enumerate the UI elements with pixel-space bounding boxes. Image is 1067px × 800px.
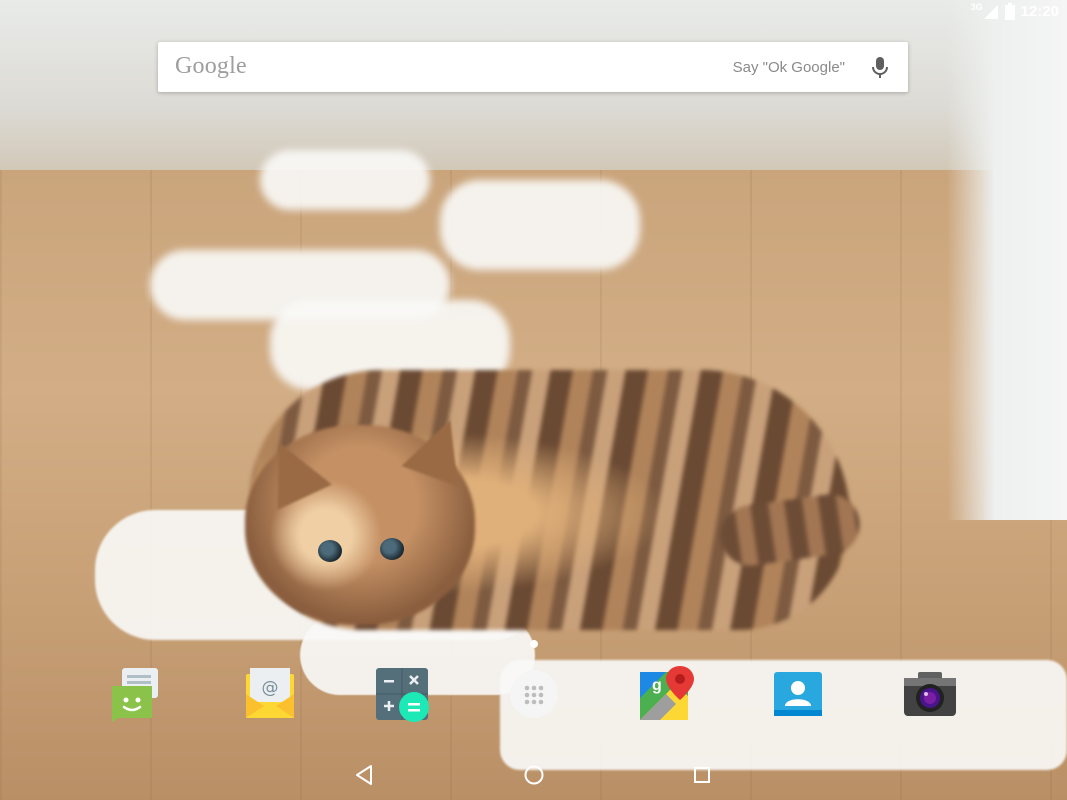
svg-text:g: g bbox=[652, 677, 662, 694]
wallpaper-kitten-eye bbox=[380, 538, 404, 560]
signal-icon bbox=[983, 4, 999, 20]
ok-google-hint: Say "Ok Google" bbox=[732, 59, 845, 76]
google-logo: Google bbox=[175, 53, 247, 79]
status-bar: 3G 12:20 bbox=[0, 0, 1067, 24]
wallpaper-paper bbox=[260, 150, 430, 210]
svg-text:@: @ bbox=[262, 678, 279, 698]
clock: 12:20 bbox=[1020, 3, 1059, 20]
calculator-icon[interactable] bbox=[372, 664, 432, 724]
wallpaper-paper bbox=[440, 180, 640, 270]
network-type-label: 3G bbox=[970, 1, 983, 12]
page-indicator-dot bbox=[530, 640, 538, 648]
contacts-icon[interactable] bbox=[768, 664, 828, 724]
recents-icon bbox=[689, 762, 715, 788]
battery-icon bbox=[1004, 3, 1015, 20]
home-button[interactable] bbox=[521, 762, 547, 788]
email-icon[interactable]: @ bbox=[240, 664, 300, 724]
messenger-icon[interactable] bbox=[104, 664, 164, 724]
back-button[interactable] bbox=[352, 762, 378, 788]
google-search-bar[interactable]: Google Say "Ok Google" bbox=[158, 42, 908, 92]
status-icons: 3G 12:20 bbox=[970, 1, 1059, 20]
microphone-icon[interactable] bbox=[870, 55, 890, 81]
camera-icon[interactable] bbox=[900, 664, 960, 724]
wallpaper-wall-right bbox=[947, 0, 1067, 520]
wallpaper-kitten-eye bbox=[318, 540, 342, 562]
app-drawer-icon[interactable] bbox=[504, 664, 564, 724]
recents-button[interactable] bbox=[689, 762, 715, 788]
maps-icon[interactable]: g bbox=[636, 664, 696, 724]
back-icon bbox=[352, 762, 378, 788]
home-icon bbox=[521, 762, 547, 788]
